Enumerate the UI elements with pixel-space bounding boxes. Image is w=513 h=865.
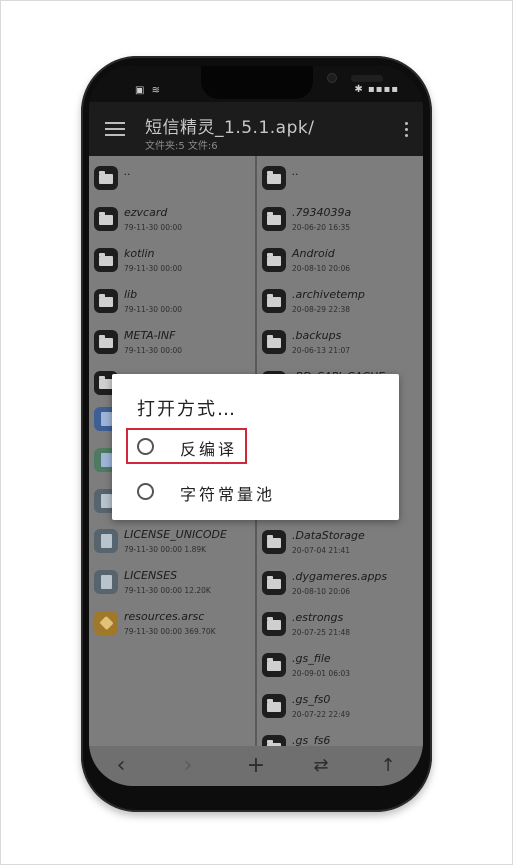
file-meta: 20-08-10 20:06	[292, 587, 351, 596]
folder-icon	[262, 612, 286, 636]
file-meta: 79-11-30 00:00 369.70K	[124, 627, 216, 636]
folder-icon	[262, 530, 286, 554]
file-name: kotlin	[124, 247, 155, 260]
option-decompile[interactable]: 反编译	[128, 431, 384, 463]
file-list-item[interactable]: LICENSE_UNICODE 79-11-30 00:00 1.89K	[89, 523, 255, 563]
resources-icon	[94, 611, 118, 635]
file-meta: 79-11-30 00:00 1.89K	[124, 545, 207, 554]
file-list-item[interactable]: Android 20-08-10 20:06	[257, 242, 423, 282]
add-button[interactable]: +	[244, 754, 268, 778]
file-meta: 20-06-20 16:35	[292, 223, 351, 232]
file-list-item[interactable]: .archivetemp 20-08-29 22:38	[257, 283, 423, 323]
file-name: .DataStorage	[292, 529, 365, 542]
file-list-item[interactable]: .gs_fs0 20-07-22 22:49	[257, 688, 423, 728]
app-toolbar: 短信精灵_1.5.1.apk/ 文件夹:5 文件:6	[89, 102, 423, 156]
menu-icon[interactable]	[105, 122, 125, 136]
file-name: ..	[124, 165, 131, 178]
folder-icon	[262, 653, 286, 677]
file-list-item[interactable]: ezvcard 79-11-30 00:00	[89, 201, 255, 241]
file-list-item[interactable]: ..	[257, 160, 423, 200]
file-name: resources.arsc	[124, 610, 205, 623]
file-name: .gs_fs0	[292, 693, 331, 706]
swap-panes-button[interactable]: ⇄	[309, 754, 333, 778]
file-name: LICENSES	[124, 569, 178, 582]
file-list-item[interactable]: ..	[89, 160, 255, 200]
radio-unchecked-icon[interactable]	[137, 483, 154, 500]
bottom-nav-bar: ‹ › + ⇄ ↑	[89, 746, 423, 786]
display-notch	[201, 66, 383, 99]
status-icons-right: ✱ ▪▪▪▪	[354, 84, 399, 95]
folder-icon	[262, 571, 286, 595]
folder-icon	[262, 289, 286, 313]
folder-icon	[262, 248, 286, 272]
current-path-title: 短信精灵_1.5.1.apk/	[145, 118, 315, 138]
file-name: .dygameres.apps	[292, 570, 388, 583]
file-list-item[interactable]: .DataStorage 20-07-04 21:41	[257, 524, 423, 564]
file-name: ..	[292, 165, 299, 178]
folder-icon	[262, 207, 286, 231]
forward-button[interactable]: ›	[176, 754, 200, 778]
file-list-item[interactable]: .gs_file 20-09-01 06:03	[257, 647, 423, 687]
file-list-item[interactable]: META-INF 79-11-30 00:00	[89, 324, 255, 364]
open-with-dialog: 打开方式… 反编译 字符常量池	[112, 374, 399, 520]
file-meta: 79-11-30 00:00	[124, 264, 183, 273]
file-list-item[interactable]: resources.arsc 79-11-30 00:00 369.70K	[89, 605, 255, 645]
file-meta: 20-07-22 22:49	[292, 710, 351, 719]
folder-icon	[94, 248, 118, 272]
status-icons-left: ▣ ≋	[135, 85, 163, 96]
folder-icon	[262, 735, 286, 746]
file-list-item[interactable]: kotlin 79-11-30 00:00	[89, 242, 255, 282]
file-name: .archivetemp	[292, 288, 365, 301]
file-name: lib	[124, 288, 138, 301]
folder-icon	[94, 207, 118, 231]
file-icon	[94, 529, 118, 553]
file-meta: 79-11-30 00:00 12.20K	[124, 586, 211, 595]
folder-icon	[262, 694, 286, 718]
option-label: 反编译	[180, 440, 238, 459]
file-name: .estrongs	[292, 611, 344, 624]
folder-file-count: 文件夹:5 文件:6	[145, 141, 218, 152]
file-list-item[interactable]: .dygameres.apps 20-08-10 20:06	[257, 565, 423, 605]
folder-icon	[262, 166, 286, 190]
folder-icon	[94, 330, 118, 354]
folder-icon	[94, 166, 118, 190]
speaker-icon	[351, 75, 383, 82]
file-name: .gs_fs6	[292, 734, 331, 746]
file-name: .gs_file	[292, 652, 331, 665]
file-list-item[interactable]: lib 79-11-30 00:00	[89, 283, 255, 323]
option-string-pool[interactable]: 字符常量池	[128, 476, 384, 508]
folder-icon	[94, 289, 118, 313]
file-list-item[interactable]: .backups 20-06-13 21:07	[257, 324, 423, 364]
file-meta: 20-07-04 21:41	[292, 546, 351, 555]
file-meta: 20-07-25 21:48	[292, 628, 351, 637]
status-bar: ▣ ≋ ✱ ▪▪▪▪	[89, 66, 423, 102]
file-meta: 20-08-29 22:38	[292, 305, 351, 314]
file-icon	[94, 570, 118, 594]
back-button[interactable]: ‹	[109, 754, 133, 778]
folder-icon	[262, 330, 286, 354]
file-meta: 20-08-10 20:06	[292, 264, 351, 273]
file-meta: 20-06-13 21:07	[292, 346, 351, 355]
file-name: ezvcard	[124, 206, 168, 219]
file-name: .backups	[292, 329, 342, 342]
file-list-item[interactable]: LICENSES 79-11-30 00:00 12.20K	[89, 564, 255, 604]
file-list-item[interactable]: .estrongs 20-07-25 21:48	[257, 606, 423, 646]
file-name: LICENSE_UNICODE	[124, 528, 227, 541]
file-meta: 20-09-01 06:03	[292, 669, 351, 678]
overflow-menu-icon[interactable]	[405, 122, 409, 140]
file-meta: 79-11-30 00:00	[124, 305, 183, 314]
file-name: META-INF	[124, 329, 176, 342]
file-list-item[interactable]: .gs_fs6	[257, 729, 423, 746]
option-label: 字符常量池	[180, 485, 276, 504]
camera-icon	[327, 73, 337, 83]
file-meta: 79-11-30 00:00	[124, 223, 183, 232]
dialog-title: 打开方式…	[137, 399, 237, 420]
file-name: .7934039a	[292, 206, 352, 219]
radio-unchecked-icon[interactable]	[137, 438, 154, 455]
file-name: Android	[292, 247, 335, 260]
file-list-item[interactable]: .7934039a 20-06-20 16:35	[257, 201, 423, 241]
file-meta: 79-11-30 00:00	[124, 346, 183, 355]
up-directory-button[interactable]: ↑	[376, 754, 400, 778]
